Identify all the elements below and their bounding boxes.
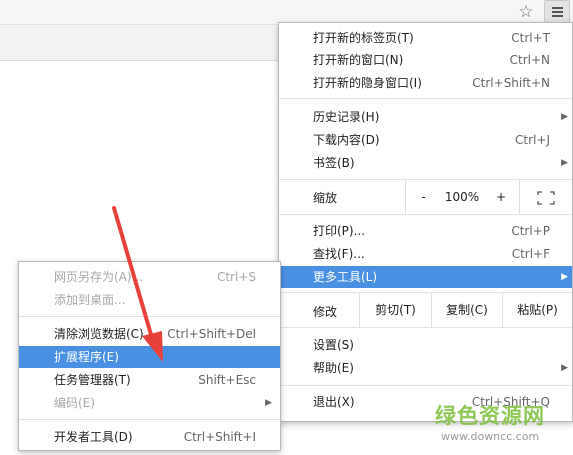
menu-item-shortcut: Ctrl+Shift+I [183,430,256,444]
watermark-logo: 绿色资源网 [435,404,545,428]
menu-item-label: 开发者工具(D) [54,430,133,444]
menu-item-label: 退出(X) [313,395,355,409]
menu-item-label: 清除浏览数据(C)... [54,327,156,341]
menu-separator [19,316,280,317]
cut-button[interactable]: 剪切(T) [359,293,431,327]
menu-item-history[interactable]: 历史记录(H) ▶ [279,106,572,128]
fullscreen-button[interactable] [519,180,572,214]
submenu-arrow-icon: ▶ [561,158,568,168]
submenu-item-encoding[interactable]: 编码(E) ▶ [19,392,280,414]
menu-item-shortcut: Shift+Esc [198,373,256,387]
submenu-arrow-icon: ▶ [561,272,568,282]
menu-item-label: 书签(B) [313,156,355,170]
zoom-in-button[interactable]: + [483,180,519,214]
menu-item-bookmarks[interactable]: 书签(B) ▶ [279,152,572,174]
menu-separator [279,385,572,386]
menu-separator [279,98,572,99]
submenu-item-clear-browsing-data[interactable]: 清除浏览数据(C)... Ctrl+Shift+Del [19,323,280,345]
bookmark-star-icon[interactable]: ☆ [515,1,537,23]
menu-item-new-incognito[interactable]: 打开新的隐身窗口(I) Ctrl+Shift+N [279,72,572,94]
menu-item-shortcut: Ctrl+N [509,53,550,67]
menu-item-label: 打开新的标签页(T) [313,31,414,45]
submenu-arrow-icon: ▶ [561,363,568,373]
edit-label: 修改 [313,305,338,319]
watermark-url: www.downcc.com [441,430,540,443]
menu-item-shortcut: Ctrl+S [216,270,256,284]
zoom-level: 100% [444,190,480,204]
menu-item-downloads[interactable]: 下载内容(D) Ctrl+J [279,129,572,151]
menu-item-new-tab[interactable]: 打开新的标签页(T) Ctrl+T [279,27,572,49]
menu-item-find[interactable]: 查找(F)... Ctrl+F [279,243,572,265]
more-tools-submenu: 网页另存为(A)... Ctrl+S 添加到桌面... 清除浏览数据(C)...… [18,261,281,451]
menu-item-print[interactable]: 打印(P)... Ctrl+P [279,220,572,242]
edit-row: 修改 剪切(T) 复制(C) 粘贴(P) [279,293,572,327]
menu-item-shortcut: Ctrl+Shift+Del [167,327,256,341]
menu-item-shortcut: Ctrl+J [515,133,550,147]
chrome-menu-button[interactable] [544,0,570,24]
menu-item-label: 网页另存为(A)... [54,270,144,284]
menu-item-label: 打开新的隐身窗口(I) [313,76,422,90]
paste-button[interactable]: 粘贴(P) [502,293,572,327]
menu-item-shortcut: Ctrl+T [511,31,550,45]
chrome-main-menu: 打开新的标签页(T) Ctrl+T 打开新的窗口(N) Ctrl+N 打开新的隐… [278,22,573,422]
menu-item-settings[interactable]: 设置(S) [279,334,572,356]
menu-item-label: 帮助(E) [313,361,354,375]
menu-item-label: 打印(P)... [313,224,366,238]
menu-item-label: 编码(E) [54,396,95,410]
menu-item-label: 打开新的窗口(N) [313,53,404,67]
menu-item-label: 设置(S) [313,338,354,352]
menu-separator [279,327,572,328]
fullscreen-icon [537,190,555,205]
menu-item-label: 任务管理器(T) [54,373,131,387]
menu-item-label: 查找(F)... [313,247,365,261]
zoom-label: 缩放 [313,191,338,205]
site-watermark: 绿色资源网 www.downcc.com [435,400,560,450]
menu-item-label: 更多工具(L) [313,270,378,284]
submenu-arrow-icon: ▶ [265,398,272,408]
submenu-item-extensions[interactable]: 扩展程序(E) [19,346,280,368]
submenu-item-developer-tools[interactable]: 开发者工具(D) Ctrl+Shift+I [19,426,280,448]
menu-item-new-window[interactable]: 打开新的窗口(N) Ctrl+N [279,49,572,71]
menu-separator [279,214,572,215]
menu-item-label: 历史记录(H) [313,110,380,124]
menu-separator [19,419,280,420]
tab-strip [0,25,290,61]
menu-item-shortcut: Ctrl+P [511,224,550,238]
menu-item-label: 扩展程序(E) [54,350,119,364]
zoom-row: 缩放 - 100% + [279,180,572,214]
submenu-item-task-manager[interactable]: 任务管理器(T) Shift+Esc [19,369,280,391]
menu-item-shortcut: Ctrl+Shift+N [472,76,550,90]
menu-item-help[interactable]: 帮助(E) ▶ [279,357,572,379]
menu-item-label: 添加到桌面... [54,293,126,307]
menu-item-shortcut: Ctrl+F [511,247,550,261]
zoom-out-button[interactable]: - [405,180,441,214]
copy-button[interactable]: 复制(C) [431,293,502,327]
submenu-item-save-as[interactable]: 网页另存为(A)... Ctrl+S [19,266,280,288]
menu-item-label: 下载内容(D) [313,133,380,147]
menu-item-more-tools[interactable]: 更多工具(L) ▶ [279,266,572,288]
submenu-item-add-to-desktop[interactable]: 添加到桌面... [19,289,280,311]
submenu-arrow-icon: ▶ [561,112,568,122]
